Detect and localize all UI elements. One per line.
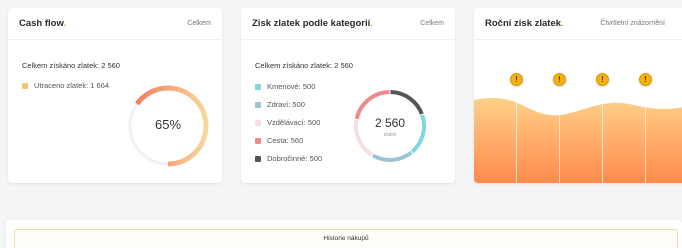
category-swatch bbox=[255, 155, 261, 162]
category-swatch bbox=[255, 137, 261, 144]
cashflow-title: Cash flow. bbox=[19, 18, 67, 29]
category-label: Kmenové: 500 bbox=[267, 82, 316, 91]
annual-header: Roční zisk zlatek. Čtvrtletní znázornění bbox=[474, 8, 682, 40]
categories-total: Celkem získáno zlatek: 2 560 bbox=[255, 61, 353, 70]
annual-filter-link[interactable]: Čtvrtletní znázornění bbox=[600, 20, 665, 27]
category-label: Zdraví: 500 bbox=[267, 100, 305, 109]
categories-title: Zisk zlatek podle kategorií. bbox=[252, 18, 373, 29]
annual-card: Roční zisk zlatek. Čtvrtletní znázornění… bbox=[474, 8, 682, 183]
category-legend-item: Cesta: 560 bbox=[255, 136, 303, 145]
category-legend-item: Zdraví: 500 bbox=[255, 100, 305, 109]
categories-header: Zisk zlatek podle kategorií. Celkem bbox=[241, 8, 455, 40]
spent-swatch bbox=[22, 82, 28, 89]
category-donut-segment bbox=[371, 150, 413, 162]
history-card: Historie nákupů bbox=[6, 220, 682, 248]
category-swatch bbox=[255, 101, 261, 108]
annual-marker-coin[interactable]: ! bbox=[510, 73, 523, 86]
annual-area bbox=[474, 98, 682, 183]
annual-marker-line bbox=[645, 86, 646, 183]
cashflow-card: Cash flow. Celkem Celkem získáno zlatek:… bbox=[8, 8, 222, 183]
cashflow-spent-legend: Utraceno zlatek: 1 664 bbox=[22, 81, 109, 90]
category-label: Cesta: 560 bbox=[267, 136, 304, 145]
category-label: Dobročinné: 500 bbox=[267, 154, 323, 163]
annual-marker-line bbox=[602, 86, 603, 183]
category-donut-segment bbox=[390, 90, 424, 115]
annual-marker-coin[interactable]: ! bbox=[639, 73, 652, 86]
category-legend-item: Kmenové: 500 bbox=[255, 82, 315, 91]
cashflow-filter-link[interactable]: Celkem bbox=[187, 20, 211, 27]
cashflow-header: Cash flow. Celkem bbox=[8, 8, 222, 40]
category-label: Vzdělávací: 500 bbox=[267, 118, 321, 127]
category-legend-item: Dobročinné: 500 bbox=[255, 154, 322, 163]
categories-card: Zisk zlatek podle kategorií. Celkem Celk… bbox=[241, 8, 455, 183]
categories-filter-link[interactable]: Celkem bbox=[420, 20, 444, 27]
spent-label: Utraceno zlatek: 1 664 bbox=[34, 81, 110, 90]
cashflow-percent: 65% bbox=[154, 117, 182, 132]
annual-title: Roční zisk zlatek. bbox=[485, 18, 564, 29]
annual-marker-line bbox=[559, 86, 560, 183]
cashflow-total: Celkem získáno zlatek: 2 560 bbox=[22, 61, 120, 70]
categories-center-value: 2 560 bbox=[374, 116, 406, 130]
annual-marker-coin[interactable]: ! bbox=[553, 73, 566, 86]
category-donut-segment bbox=[354, 90, 390, 120]
category-swatch bbox=[255, 83, 261, 90]
category-legend-item: Vzdělávací: 500 bbox=[255, 118, 320, 127]
annual-marker-line bbox=[516, 86, 517, 183]
annual-area-chart bbox=[474, 98, 682, 183]
categories-center-unit: zlatek bbox=[383, 132, 397, 138]
category-swatch bbox=[255, 119, 261, 126]
purchase-history-button[interactable]: Historie nákupů bbox=[14, 229, 678, 248]
annual-marker-coin[interactable]: ! bbox=[596, 73, 609, 86]
